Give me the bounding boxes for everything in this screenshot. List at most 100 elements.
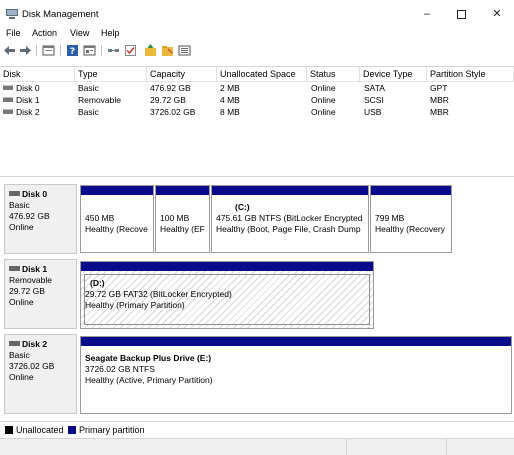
disk-1-name-text: Disk 1 [22,264,48,274]
disk-0-partition-efi[interactable]: 100 MB Healthy (EF [155,185,210,253]
cell-capacity: 29.72 GB [150,95,186,105]
disk-0-partition-c[interactable]: (C:) 475.61 GB NTFS (BitLocker Encrypted… [211,185,369,253]
maximize-icon [456,9,466,19]
table-row[interactable]: Disk 1 Removable 29.72 GB 4 MB Online SC… [0,95,514,106]
disk-1-partition-d[interactable]: (D:) 29.72 GB FAT32 (BitLocker Encrypted… [80,261,374,329]
cell-capacity: 3726.02 GB [150,107,196,117]
disk-1-size: 29.72 GB [9,286,45,296]
status-bar-divider [446,439,447,455]
column-header-capacity[interactable]: Capacity [147,67,217,82]
unallocated-swatch [5,426,13,434]
menu-view[interactable]: View [70,28,89,38]
table-row[interactable]: Disk 0 Basic 476.92 GB 2 MB Online SATA … [0,83,514,94]
disk-2-label[interactable]: Disk 2 Basic 3726.02 GB Online [4,334,77,414]
cell-disk: Disk 1 [3,95,40,106]
cell-status: Online [311,95,336,105]
folder-up-icon[interactable] [144,44,157,57]
partition-status: Healthy (Primary Partition) [85,300,185,310]
disk-0-partition-recovery-2[interactable]: 799 MB Healthy (Recovery [370,185,452,253]
disk-2-status: Online [9,372,34,382]
partition-status: Healthy (EF [160,224,205,234]
toolbar-separator [101,45,102,56]
menu-help[interactable]: Help [101,28,120,38]
cell-disk: Disk 0 [3,83,40,94]
disk-0-label[interactable]: Disk 0 Basic 476.92 GB Online [4,184,77,254]
partition-bar [81,337,511,346]
menu-bar: File Action View Help [0,27,514,41]
menu-action[interactable]: Action [32,28,57,38]
disk-drive-icon [3,97,13,103]
partition-title: Seagate Backup Plus Drive (E:) [85,353,212,363]
minimize-button[interactable]: – [410,4,444,24]
forward-arrow-icon[interactable] [19,44,32,57]
toolbar-separator [36,45,37,56]
cell-type: Removable [78,95,121,105]
disk-1-name: Disk 1 [9,264,76,275]
cell-device-type: SATA [364,83,385,93]
legend-unallocated: Unallocated [16,425,64,435]
column-header-type[interactable]: Type [75,67,147,82]
disk-0-name-text: Disk 0 [22,189,48,199]
disk-1-label[interactable]: Disk 1 Removable 29.72 GB Online [4,259,77,329]
disk-drive-icon [9,341,20,347]
partition-size: 799 MB [375,213,405,223]
disk-drive-icon [9,191,20,197]
cell-device-type: SCSI [364,95,384,105]
cell-unallocated: 8 MB [220,107,240,117]
toolbar: ? [0,42,514,60]
cell-disk: Disk 2 [3,107,40,118]
graphical-disk-view: Disk 0 Basic 476.92 GB Online 450 MB Hea… [0,176,514,420]
column-header-device-type[interactable]: Device Type [360,67,427,82]
partition-size: 100 MB [160,213,190,223]
disk-management-app-icon [6,9,18,19]
disk-2-type: Basic [9,350,30,360]
cell-disk-name: Disk 0 [16,83,40,93]
back-arrow-icon[interactable] [3,44,16,57]
list-view-icon[interactable] [178,44,191,57]
cell-unallocated: 4 MB [220,95,240,105]
close-button[interactable]: ✕ [480,4,514,24]
disk-2-partition-e[interactable]: Seagate Backup Plus Drive (E:) 3726.02 G… [80,336,512,414]
check-icon[interactable] [124,44,137,57]
connect-icon[interactable] [107,44,120,57]
legend: Unallocated Primary partition [0,421,514,437]
legend-primary-partition: Primary partition [79,425,145,435]
partition-bar [81,186,153,195]
partition-size: 3726.02 GB NTFS [85,364,155,374]
disk-drive-icon [3,85,13,91]
cell-device-type: USB [364,107,382,117]
partition-size: 450 MB [85,213,115,223]
toolbar-separator [60,45,61,56]
disk-0-type: Basic [9,200,30,210]
column-header-partition-style[interactable]: Partition Style [427,67,514,82]
table-row[interactable]: Disk 2 Basic 3726.02 GB 8 MB Online USB … [0,107,514,118]
cell-disk-name: Disk 2 [16,107,40,117]
cell-type: Basic [78,83,99,93]
maximize-button[interactable] [444,4,478,24]
column-header-disk[interactable]: Disk [0,67,75,82]
partition-status: Healthy (Active, Primary Partition) [85,375,213,385]
partition-bar [371,186,451,195]
console-tree-icon[interactable] [42,44,55,57]
primary-partition-swatch [68,426,76,434]
column-header-unallocated-space[interactable]: Unallocated Space [217,67,307,82]
disk-2-name: Disk 2 [9,339,76,350]
help-icon[interactable]: ? [66,44,79,57]
partition-bar [212,186,368,195]
cell-unallocated: 2 MB [220,83,240,93]
title-bar: Disk Management – ✕ [0,0,514,27]
column-header-status[interactable]: Status [307,67,360,82]
properties-icon[interactable] [83,44,96,57]
disk-drive-icon [3,109,13,115]
disk-2-size: 3726.02 GB [9,361,55,371]
cell-status: Online [311,107,336,117]
folder-icon[interactable] [161,44,174,57]
partition-info: (C:) 475.61 GB NTFS (BitLocker Encrypted… [216,202,366,235]
disk-0-partition-recovery[interactable]: 450 MB Healthy (Recove [80,185,154,253]
cell-partition-style: MBR [430,107,449,117]
svg-text:?: ? [70,47,75,57]
menu-file[interactable]: File [6,28,21,38]
partition-size: 29.72 GB FAT32 (BitLocker Encrypted) [85,289,232,299]
disk-2-name-text: Disk 2 [22,339,48,349]
cell-type: Basic [78,107,99,117]
